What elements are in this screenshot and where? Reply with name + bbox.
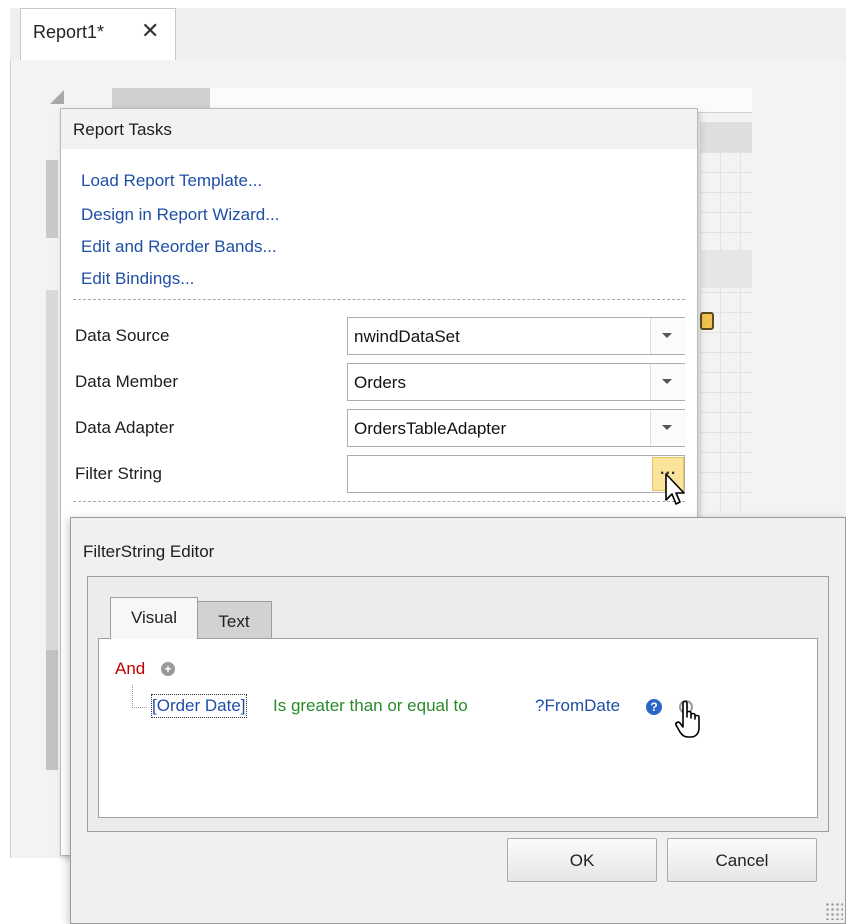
tab-visual[interactable]: Visual (110, 597, 198, 639)
parameter-icon[interactable]: ? (646, 699, 662, 715)
hand-pointer-icon (674, 700, 704, 745)
band-footer-strip (46, 650, 58, 770)
filter-string-label: Filter String (75, 464, 162, 483)
tab-visual-label: Visual (131, 608, 177, 627)
separator (73, 501, 685, 502)
document-tab-title: Report1* (33, 22, 105, 42)
document-tab-report1[interactable]: Report1* ✕ (20, 8, 176, 60)
data-member-combo[interactable]: Orders (347, 363, 685, 401)
edit-bindings-link[interactable]: Edit Bindings... (81, 269, 194, 289)
cancel-button-label: Cancel (715, 851, 769, 870)
report-tasks-header: Report Tasks (61, 109, 697, 149)
data-adapter-combo[interactable]: OrdersTableAdapter (347, 409, 685, 447)
data-member-dropdown-button[interactable] (650, 364, 685, 400)
data-source-label: Data Source (75, 326, 170, 345)
ruler-corner-icon (50, 90, 64, 104)
data-member-value: Orders (354, 373, 406, 392)
data-member-label: Data Member (75, 372, 178, 391)
add-condition-icon[interactable]: + (161, 662, 175, 676)
data-adapter-value: OrdersTableAdapter (354, 419, 507, 438)
data-source-dropdown-button[interactable] (650, 318, 685, 354)
tree-connector (132, 685, 147, 708)
ok-button-label: OK (569, 851, 595, 870)
filter-string-field[interactable]: ... (347, 455, 685, 493)
close-icon[interactable]: ✕ (141, 18, 159, 44)
data-adapter-dropdown-button[interactable] (650, 410, 685, 446)
chevron-down-icon (662, 379, 672, 384)
report-tasks-title: Report Tasks (73, 120, 172, 139)
data-adapter-label: Data Adapter (75, 418, 175, 437)
design-in-report-wizard-link[interactable]: Design in Report Wizard... (81, 205, 279, 225)
editor-tab-container: Visual Text And + [Order Date] Is greate… (87, 576, 829, 832)
data-source-combo[interactable]: nwindDataSet (347, 317, 685, 355)
smart-tag-icon[interactable] (700, 312, 714, 330)
chevron-down-icon (662, 333, 672, 338)
tab-text[interactable]: Text (196, 601, 272, 639)
separator (73, 299, 685, 300)
cancel-button[interactable]: Cancel (667, 838, 817, 882)
design-grid (700, 152, 752, 512)
condition-value[interactable]: ?FromDate (535, 696, 620, 716)
band-strip (700, 122, 752, 152)
resize-grip[interactable] (825, 902, 843, 920)
filterstring-editor-dialog: FilterString Editor Visual Text And + [O… (70, 517, 846, 924)
load-report-template-link[interactable]: Load Report Template... (81, 171, 262, 191)
filter-tree: And + [Order Date] Is greater than or eq… (98, 638, 818, 818)
data-source-value: nwindDataSet (354, 327, 460, 346)
mouse-pointer-icon (664, 472, 686, 513)
dialog-title: FilterString Editor (83, 542, 215, 561)
condition-field[interactable]: [Order Date] (151, 694, 247, 718)
band-strip (700, 250, 752, 288)
edit-and-reorder-bands-link[interactable]: Edit and Reorder Bands... (81, 237, 277, 257)
tab-text-label: Text (218, 612, 250, 631)
group-operator-and[interactable]: And (115, 659, 145, 679)
band-header-strip (46, 160, 58, 238)
condition-operator[interactable]: Is greater than or equal to (273, 696, 468, 716)
chevron-down-icon (662, 425, 672, 430)
ok-button[interactable]: OK (507, 838, 657, 882)
